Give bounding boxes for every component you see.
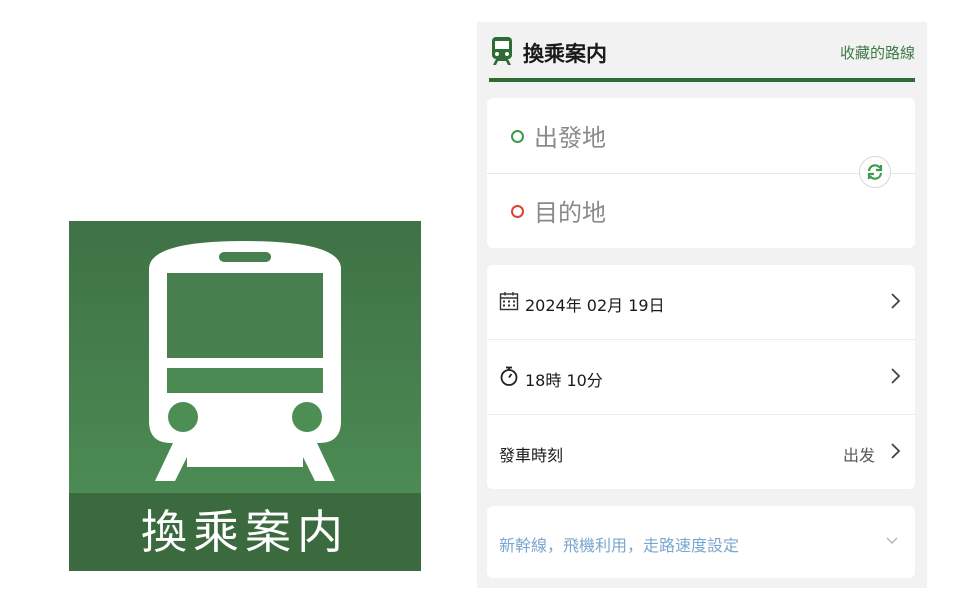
header-divider [489,78,915,82]
chevron-down-icon [886,537,898,545]
departure-time-type-value: 出发 [842,446,875,465]
app-icon: 換乘案内 [69,221,421,571]
advanced-options-label: 新幹線，飛機利用，走路速度設定 [499,536,740,555]
chevron-right-icon [891,368,901,384]
swap-icon [867,164,883,180]
departure-time-label: 發車時刻 [499,446,564,465]
destination-station-field[interactable]: 目的地 [487,173,915,248]
departure-placeholder: 出發地 [534,124,606,152]
time-row[interactable]: 18時 10分 [487,340,915,415]
chevron-right-icon [891,293,901,309]
destination-placeholder: 目的地 [534,199,606,227]
app-screen: 換乘案内 收藏的路線 出發地 目的地 2024年 02月 19日 18時 10分… [477,22,927,588]
time-value: 18時 10分 [525,371,603,390]
destination-dot-icon [511,205,524,218]
train-icon [492,37,512,65]
date-value: 2024年 02月 19日 [525,296,665,315]
app-icon-label: 換乘案内 [69,493,421,571]
calendar-icon [499,292,519,311]
favorite-routes-link[interactable]: 收藏的路線 [840,42,915,63]
swap-stations-button[interactable] [859,156,891,188]
train-icon [149,241,341,481]
search-settings-card: 2024年 02月 19日 18時 10分 發車時刻 出发 [487,265,915,489]
origin-dot-icon [511,130,524,143]
date-row[interactable]: 2024年 02月 19日 [487,265,915,340]
stopwatch-icon [500,366,518,386]
departure-station-field[interactable]: 出發地 [487,98,915,174]
departure-time-type-row[interactable]: 發車時刻 出发 [487,415,915,489]
station-card: 出發地 目的地 [487,98,915,248]
top-bar: 換乘案内 收藏的路線 [477,22,927,82]
advanced-options-row[interactable]: 新幹線，飛機利用，走路速度設定 [487,506,915,578]
page-title: 換乘案内 [523,42,607,66]
chevron-right-icon [891,443,901,459]
